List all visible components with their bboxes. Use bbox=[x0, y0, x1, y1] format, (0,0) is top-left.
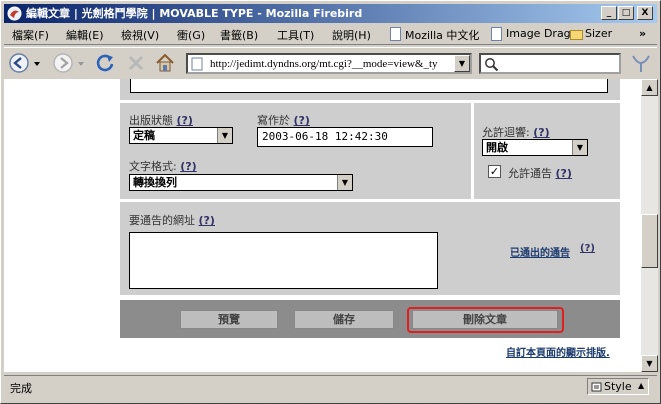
comments-value: 開啟 bbox=[486, 141, 508, 154]
written-help-link[interactable]: (?) bbox=[294, 114, 310, 127]
window-title: 編輯文章 | 光劍格鬥學院 | MOVABLE TYPE - Mozilla F… bbox=[26, 7, 363, 20]
status-label: 出版狀態 (?) bbox=[129, 114, 193, 127]
back-dropdown-icon[interactable] bbox=[32, 52, 42, 74]
search-icon bbox=[485, 58, 499, 72]
preview-button[interactable]: 預覽 bbox=[180, 310, 278, 329]
style-arrow-icon: ▲ bbox=[638, 381, 645, 390]
bookmark-mozilla-zh[interactable]: Mozilla 中文化 bbox=[390, 27, 479, 43]
url-history-dropdown[interactable]: ▼ bbox=[454, 55, 470, 72]
status-help-link[interactable]: (?) bbox=[177, 114, 193, 127]
status-bar: 完成 Style ▲ bbox=[4, 375, 657, 397]
title-bar: 編輯文章 | 光劍格鬥學院 | MOVABLE TYPE - Mozilla F… bbox=[4, 4, 657, 23]
format-value: 轉換換列 bbox=[133, 176, 177, 189]
reload-icon[interactable] bbox=[94, 52, 116, 74]
maximize-button[interactable]: □ bbox=[618, 6, 634, 20]
page-icon bbox=[491, 27, 502, 41]
url-text: http://jedimt.dyndns.org/mt.cgi?__mode=v… bbox=[210, 58, 438, 70]
bookmark-image-drag[interactable]: Image Drag bbox=[491, 27, 571, 41]
menu-edit[interactable]: 編輯(E) bbox=[66, 27, 104, 43]
format-select[interactable]: 轉換換列 ▼ bbox=[129, 174, 353, 191]
navigation-toolbar: http://jedimt.dyndns.org/mt.cgi?__mode=v… bbox=[4, 47, 657, 77]
allow-ping-checkbox[interactable]: ✓ bbox=[488, 165, 501, 178]
minimize-button[interactable]: _ bbox=[601, 6, 617, 20]
publish-panel: 出版狀態 (?) 定稿 ▼ 寫作於 (?) 2003-06-18 12:42:3… bbox=[120, 103, 471, 199]
comments-select[interactable]: 開啟 ▼ bbox=[482, 139, 588, 156]
allow-ping-help-link[interactable]: (?) bbox=[556, 167, 572, 180]
bookmark-sizer[interactable]: Sizer bbox=[570, 27, 612, 40]
comments-help-link[interactable]: (?) bbox=[533, 126, 549, 139]
comments-panel: 允許迴響: (?) 開啟 ▼ ✓ 允許通告 (?) bbox=[474, 103, 620, 199]
dropdown-arrow-icon: ▼ bbox=[572, 140, 587, 155]
ping-urls-label: 要通告的網址 (?) bbox=[129, 214, 215, 227]
written-label: 寫作於 (?) bbox=[257, 114, 310, 127]
close-button[interactable]: X bbox=[637, 6, 653, 20]
status-select[interactable]: 定稿 ▼ bbox=[129, 127, 233, 144]
throbber-icon[interactable] bbox=[628, 50, 654, 76]
menu-file[interactable]: 檔案(F) bbox=[12, 27, 49, 43]
allow-ping-label: 允許通告 (?) bbox=[508, 167, 572, 180]
style-label: Style bbox=[604, 380, 632, 393]
action-bar: 預覽 儲存 刪除文章 bbox=[120, 300, 620, 338]
body-text-area-bottom bbox=[120, 79, 620, 100]
format-label: 文字格式: (?) bbox=[129, 160, 197, 173]
vertical-scrollbar[interactable]: ▲ ▼ bbox=[641, 79, 658, 372]
scroll-up-button[interactable]: ▲ bbox=[641, 79, 658, 96]
stop-icon[interactable] bbox=[125, 52, 147, 74]
status-value: 定稿 bbox=[133, 129, 155, 142]
page-icon bbox=[390, 27, 401, 41]
dropdown-arrow-icon: ▼ bbox=[337, 175, 352, 190]
ping-urls-help-link[interactable]: (?) bbox=[199, 214, 215, 227]
menu-bar: 檔案(F) 編輯(E) 檢視(V) 衝(G) 書籤(B) 工具(T) 說明(H)… bbox=[4, 24, 657, 45]
ping-urls-textarea[interactable] bbox=[129, 232, 438, 289]
menu-go[interactable]: 衝(G) bbox=[177, 27, 205, 43]
scroll-down-button[interactable]: ▼ bbox=[641, 355, 658, 372]
customize-display-link[interactable]: 自訂本頁面的顯示排版. bbox=[506, 344, 610, 359]
format-help-link[interactable]: (?) bbox=[180, 160, 196, 173]
written-date-input[interactable]: 2003-06-18 12:42:30 bbox=[257, 127, 433, 147]
scroll-thumb[interactable] bbox=[641, 214, 658, 268]
firebird-app-icon bbox=[7, 6, 22, 21]
pinged-urls-link[interactable]: 已通出的通告 bbox=[510, 244, 570, 259]
ping-panel: 要通告的網址 (?) 已通出的通告 (?) bbox=[120, 202, 620, 295]
style-icon bbox=[591, 382, 602, 392]
pinged-help-link[interactable]: (?) bbox=[580, 243, 595, 254]
body-text-area[interactable] bbox=[130, 79, 608, 93]
home-icon[interactable] bbox=[154, 52, 176, 74]
folder-icon bbox=[570, 30, 583, 40]
menu-bookmarks[interactable]: 書籤(B) bbox=[220, 27, 258, 43]
menu-tools[interactable]: 工具(T) bbox=[277, 27, 314, 43]
search-box[interactable] bbox=[479, 53, 621, 74]
page-icon bbox=[191, 57, 203, 71]
menu-help[interactable]: 說明(H) bbox=[332, 27, 371, 43]
page-content: 出版狀態 (?) 定稿 ▼ 寫作於 (?) 2003-06-18 12:42:3… bbox=[4, 79, 641, 372]
save-button[interactable]: 儲存 bbox=[294, 310, 394, 329]
comments-label: 允許迴響: (?) bbox=[482, 126, 550, 139]
menu-view[interactable]: 檢視(V) bbox=[121, 27, 159, 43]
dropdown-arrow-icon: ▼ bbox=[217, 128, 232, 143]
bookmarks-overflow[interactable]: » bbox=[639, 27, 646, 40]
style-switcher[interactable]: Style ▲ bbox=[587, 378, 649, 395]
delete-entry-button[interactable]: 刪除文章 bbox=[412, 310, 558, 329]
browser-window: 編輯文章 | 光劍格鬥學院 | MOVABLE TYPE - Mozilla F… bbox=[0, 0, 661, 404]
forward-icon[interactable] bbox=[52, 52, 74, 74]
forward-dropdown-icon[interactable] bbox=[76, 52, 86, 74]
status-text: 完成 bbox=[10, 382, 32, 395]
url-bar[interactable]: http://jedimt.dyndns.org/mt.cgi?__mode=v… bbox=[186, 53, 472, 74]
back-icon[interactable] bbox=[8, 52, 30, 74]
